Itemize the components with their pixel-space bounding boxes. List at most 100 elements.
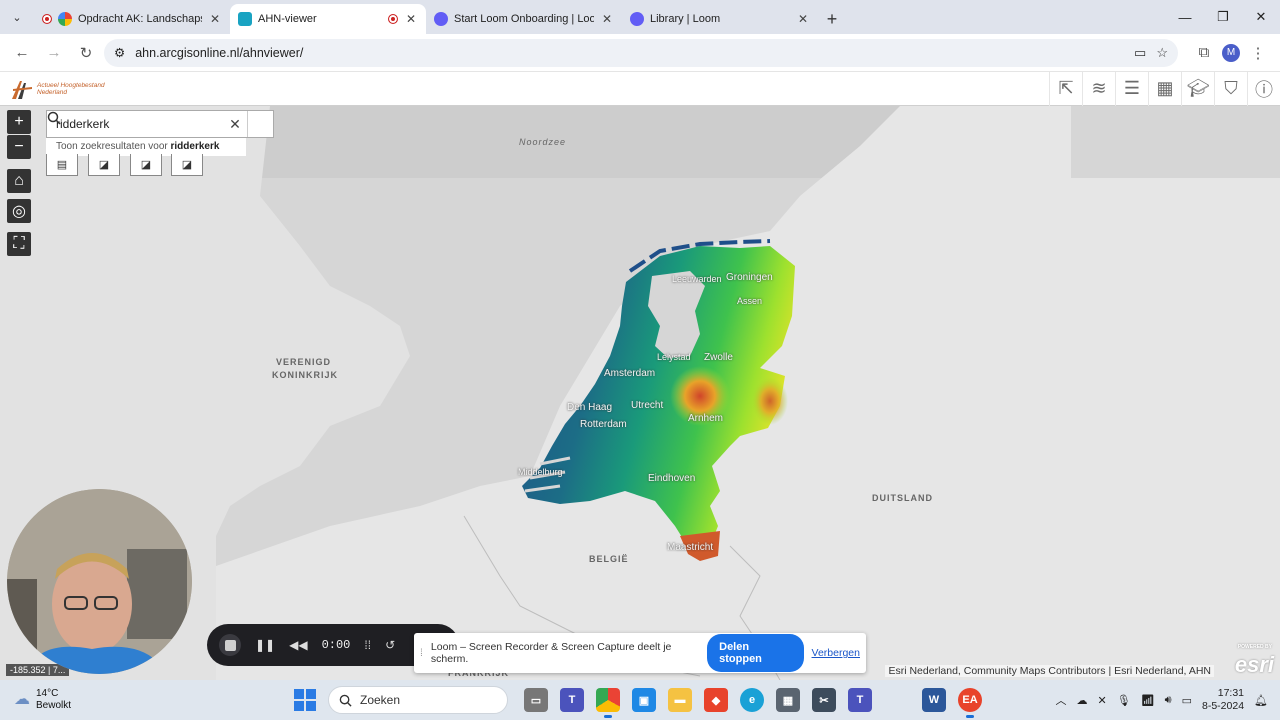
coordinates-readout: -185.352 | 7... — [6, 664, 70, 676]
edge-icon[interactable]: e — [740, 688, 764, 712]
ea-icon[interactable]: EA — [958, 688, 982, 718]
locate-button[interactable]: ◎ — [7, 199, 31, 223]
teams-icon[interactable]: T — [560, 688, 584, 712]
back-button[interactable]: ← — [8, 39, 36, 67]
share-icon[interactable]: ⇱ — [1049, 71, 1082, 106]
snipping-icon[interactable]: ✂ — [812, 688, 836, 712]
esri-logo[interactable]: POWERED BY esri — [1234, 644, 1274, 678]
weather-widget[interactable]: ☁ 14°C Bewolkt — [14, 688, 254, 712]
close-tab-icon[interactable]: ✕ — [600, 12, 614, 26]
tool-button-4[interactable]: ◪ — [171, 154, 203, 176]
stop-sharing-button[interactable]: Delen stoppen — [707, 634, 804, 672]
app-icon[interactable]: ◆ — [704, 688, 728, 712]
city-label: Groningen — [726, 272, 773, 283]
search-button[interactable] — [47, 111, 273, 137]
browser-tab-2[interactable]: AHN-viewer ✕ — [230, 4, 426, 34]
drag-grip-icon[interactable]: ⁞ — [420, 647, 423, 659]
minimize-icon[interactable]: — — [1166, 0, 1204, 34]
file-explorer-icon[interactable]: ▬ — [668, 688, 692, 712]
tool-button-2[interactable]: ◪ — [88, 154, 120, 176]
tray-chevron-icon[interactable]: ︿ — [1056, 692, 1067, 708]
search-icon — [339, 694, 352, 707]
chrome-icon[interactable] — [596, 688, 620, 718]
tab-search-button[interactable]: ⌄ — [0, 0, 34, 34]
drag-handle-icon[interactable]: ⁞⁞ — [364, 638, 371, 652]
webcam-person-image — [7, 489, 192, 674]
browser-tab-4[interactable]: Library | Loom ✕ — [622, 4, 818, 34]
city-label: Rotterdam — [580, 419, 627, 430]
info-icon[interactable]: ⓘ — [1247, 71, 1280, 106]
education-icon[interactable]: 🎓︎ — [1181, 71, 1214, 106]
recording-indicator-icon — [42, 14, 52, 24]
share-message: Loom – Screen Recorder & Screen Capture … — [430, 641, 672, 665]
close-tab-icon[interactable]: ✕ — [796, 12, 810, 26]
city-label: Maastricht — [667, 542, 714, 553]
esri-logo-text: esri — [1234, 652, 1274, 677]
tray-app-icon[interactable]: ✕ — [1098, 694, 1107, 707]
taskbar-apps-right: W EA — [922, 688, 982, 718]
browser-tab-1[interactable]: Opdracht AK: Landschapskenm ✕ — [34, 4, 230, 34]
volume-icon[interactable]: 🔊︎ — [1165, 694, 1172, 707]
basemap-icon[interactable]: ▦ — [1148, 71, 1181, 106]
taskbar-clock[interactable]: 17:31 8-5-2024 — [1202, 687, 1244, 713]
browser-tab-3[interactable]: Start Loom Onboarding | Loom ✕ — [426, 4, 622, 34]
tool-button-1[interactable]: ▤ — [46, 154, 78, 176]
zoom-out-button[interactable]: − — [7, 135, 31, 159]
hide-notice-link[interactable]: Verbergen — [812, 647, 860, 659]
esri-powered-by: POWERED BY — [1237, 644, 1272, 650]
forward-button[interactable]: → — [40, 39, 68, 67]
fullscreen-button[interactable]: ⛶ — [7, 232, 31, 256]
layers-icon[interactable]: ≋ — [1082, 71, 1115, 106]
word-icon[interactable]: W — [922, 688, 946, 712]
stop-recording-button[interactable] — [219, 634, 241, 656]
taskbar-search[interactable]: Zoeken — [328, 686, 508, 714]
microphone-icon[interactable]: 🎙︎ — [1117, 694, 1131, 707]
weather-temp: 14°C — [36, 688, 59, 699]
bookmark-icon[interactable]: ⛉ — [1214, 71, 1247, 106]
loom-webcam-bubble[interactable] — [7, 489, 192, 674]
clear-search-icon[interactable]: ✕ — [223, 116, 247, 133]
wifi-icon[interactable]: 📶︎ — [1141, 694, 1155, 707]
city-label: Lelystad — [657, 352, 691, 362]
start-button[interactable] — [294, 689, 316, 711]
profile-avatar[interactable]: M — [1222, 43, 1240, 62]
city-label: Utrecht — [631, 400, 664, 411]
close-tab-icon[interactable]: ✕ — [404, 12, 418, 26]
close-tab-icon[interactable]: ✕ — [208, 12, 222, 26]
ahn-logo[interactable]: Actueel Hoogtebestand Nederland — [10, 77, 105, 101]
loom-sharing-notice: ⁞ Loom – Screen Recorder & Screen Captur… — [414, 633, 866, 673]
site-info-icon[interactable]: ⚙ — [114, 45, 125, 60]
tab-label: Start Loom Onboarding | Loom — [454, 13, 594, 25]
search-input[interactable]: ridderkerk — [47, 117, 223, 131]
legend-icon[interactable]: ☰ — [1115, 71, 1148, 106]
tool-button-3[interactable]: ◪ — [130, 154, 162, 176]
task-view-icon[interactable]: ▭ — [524, 688, 548, 712]
close-window-icon[interactable]: ✕ — [1242, 0, 1280, 34]
bookmark-star-icon[interactable]: ☆ — [1156, 45, 1168, 61]
ahn-favicon-icon — [238, 12, 252, 26]
restart-icon[interactable]: ↺ — [385, 638, 395, 652]
battery-icon[interactable]: ▭ — [1182, 694, 1192, 707]
city-label: Leeuwarden — [672, 274, 722, 284]
url-omnibox[interactable]: ⚙ ahn.arcgisonline.nl/ahnviewer/ ▭ ☆ — [104, 38, 1178, 67]
tab-label: AHN-viewer — [258, 13, 317, 25]
calculator-icon[interactable]: ▦ — [776, 688, 800, 712]
rewind-icon[interactable]: ◀◀ — [289, 638, 307, 652]
zoom-in-button[interactable]: + — [7, 110, 31, 134]
notification-bell-icon[interactable]: 🔔︎ — [1254, 694, 1268, 707]
map-view[interactable]: Noordzee VERENIGD KONINKRIJK DUITSLAND B… — [0, 106, 1280, 680]
extensions-icon[interactable]: ⧉ — [1190, 39, 1218, 67]
new-tab-button[interactable]: + — [818, 4, 846, 34]
camera-icon[interactable]: ▭ — [1134, 45, 1146, 61]
onedrive-icon[interactable]: ☁ — [1077, 694, 1088, 707]
reload-button[interactable]: ↻ — [72, 39, 100, 67]
home-button[interactable]: ⌂ — [7, 169, 31, 193]
browser-menu-icon[interactable]: ⋮ — [1244, 39, 1272, 67]
restore-icon[interactable]: ❐ — [1204, 0, 1242, 34]
store-icon[interactable]: ▣ — [632, 688, 656, 712]
pause-icon[interactable]: ❚❚ — [255, 638, 275, 652]
loom-favicon-icon — [434, 12, 448, 26]
teams-work-icon[interactable]: T — [848, 688, 872, 712]
tab-label: Opdracht AK: Landschapskenm — [78, 13, 202, 25]
city-label: Eindhoven — [648, 473, 696, 484]
